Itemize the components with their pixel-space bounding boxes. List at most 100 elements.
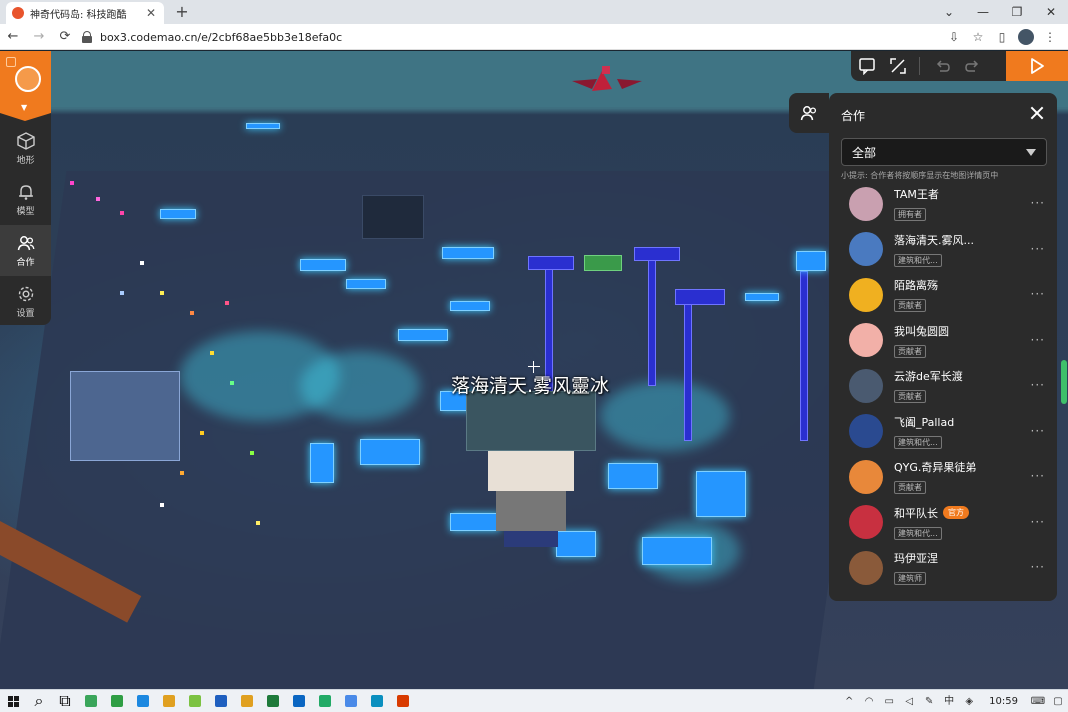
tab-search-button[interactable]: ⌄: [932, 0, 966, 24]
bookmark-star-icon[interactable]: ☆: [966, 24, 990, 50]
more-options-icon[interactable]: ···: [1031, 378, 1045, 392]
more-options-icon[interactable]: ···: [1031, 242, 1045, 256]
input-indicator-icon[interactable]: ⌨: [1028, 690, 1048, 712]
pillar-top: [675, 289, 725, 305]
glowing-cube-strip: [300, 259, 346, 271]
more-options-icon[interactable]: ···: [1031, 333, 1045, 347]
collaborator-info: 陌路离殇 贡献者: [894, 277, 1024, 313]
taskbar-app-icon[interactable]: [338, 690, 364, 712]
avatar: [849, 186, 883, 221]
official-badge: 官方: [943, 506, 969, 520]
chevron-up-icon[interactable]: ^: [839, 690, 859, 712]
play-button[interactable]: [1006, 51, 1068, 81]
taskbar-app-icon[interactable]: [260, 690, 286, 712]
panel-users-tab[interactable]: [789, 93, 829, 133]
collaborator-info: 玛伊亚涅 建筑师: [894, 550, 1024, 586]
toolbar-divider: [919, 57, 920, 75]
particle: [96, 197, 100, 201]
new-tab-button[interactable]: +: [172, 2, 192, 22]
taskbar-app-icon[interactable]: [182, 690, 208, 712]
forward-arrow-icon[interactable]: →: [26, 24, 52, 50]
collaborator-row[interactable]: 落海清天.雾风... 建筑和代... ···: [829, 227, 1057, 273]
collaborator-row[interactable]: TAM王者 拥有者 ···: [829, 181, 1057, 227]
glowing-cube-block: [310, 443, 334, 483]
sidebar-item-label: 合作: [16, 257, 35, 268]
minimize-button[interactable]: —: [966, 0, 1000, 24]
taskbar-app-icon[interactable]: [234, 690, 260, 712]
light-glow: [600, 381, 730, 451]
volume-icon[interactable]: ◁: [899, 690, 919, 712]
taskbar-app-icon[interactable]: [130, 690, 156, 712]
particle: [160, 291, 164, 295]
more-options-icon[interactable]: ···: [1031, 196, 1045, 210]
collaborator-row[interactable]: 我叫兔圆圆 贡献者 ···: [829, 318, 1057, 364]
ime-icon[interactable]: 中: [939, 690, 959, 712]
wifi-icon[interactable]: ◠: [859, 690, 879, 712]
fullscreen-icon[interactable]: [882, 51, 913, 81]
profile-avatar[interactable]: [1018, 29, 1034, 45]
codemao-logo[interactable]: ▼: [0, 51, 51, 113]
reload-icon[interactable]: ⟳: [52, 24, 78, 50]
light-glow: [300, 351, 420, 421]
collaborator-name-text: 落海清天.雾风...: [894, 233, 974, 247]
notification-icon[interactable]: ▢: [1048, 690, 1068, 712]
search-icon[interactable]: ⌕: [26, 690, 52, 712]
close-window-button[interactable]: ✕: [1034, 0, 1068, 24]
tab-close-icon[interactable]: ✕: [144, 6, 158, 20]
address-bar[interactable]: box3.codemao.cn/e/2cbf68ae5bb3e18efa0c: [82, 27, 942, 47]
particle: [70, 181, 74, 185]
glowing-cube-strip: [442, 247, 494, 259]
cube-icon: [16, 131, 35, 150]
taskbar-app-icon[interactable]: [208, 690, 234, 712]
player-name-tag: 落海清天.雾风靈冰: [451, 375, 610, 397]
battery-icon[interactable]: ▭: [879, 690, 899, 712]
more-options-icon[interactable]: ···: [1031, 560, 1045, 574]
taskbar-app-icon[interactable]: [286, 690, 312, 712]
taskbar-app-icon[interactable]: [104, 690, 130, 712]
install-app-icon[interactable]: ⇩: [942, 24, 966, 50]
menu-kebab-icon[interactable]: ⋮: [1038, 24, 1062, 50]
taskbar-app-icon[interactable]: [78, 690, 104, 712]
more-options-icon[interactable]: ···: [1031, 287, 1045, 301]
sidebar-item-model[interactable]: 模型: [0, 174, 51, 225]
pen-icon[interactable]: ✎: [919, 690, 939, 712]
collaborator-row[interactable]: 玛伊亚涅 建筑师 ···: [829, 545, 1057, 591]
close-icon[interactable]: [1029, 105, 1045, 121]
app-tray-icon[interactable]: ◈: [959, 690, 979, 712]
taskbar-app-icon[interactable]: [390, 690, 416, 712]
chat-icon[interactable]: [851, 51, 882, 81]
browser-tab[interactable]: 神奇代码岛: 科技跑酷 ✕: [6, 2, 164, 24]
role-filter-select[interactable]: 全部: [841, 138, 1047, 166]
collaborator-name: 飞阖_Pallad: [894, 414, 1024, 430]
collaborator-info: 和平队长 官方 建筑和代...: [894, 505, 1024, 540]
start-button[interactable]: [0, 690, 26, 712]
tab-title: 神奇代码岛: 科技跑酷: [30, 9, 127, 21]
undo-icon[interactable]: [926, 51, 957, 81]
collaborator-name: 落海清天.雾风...: [894, 232, 1024, 248]
collaborator-row[interactable]: QYG.奇异果徒弟 贡献者 ···: [829, 454, 1057, 500]
viewport-scroll-handle[interactable]: [1061, 360, 1067, 404]
app-glyph-icon: [371, 695, 383, 707]
back-arrow-icon[interactable]: ←: [0, 24, 26, 50]
avatar: [849, 232, 883, 267]
sidebar-item-collab[interactable]: 合作: [0, 225, 51, 276]
more-options-icon[interactable]: ···: [1031, 424, 1045, 438]
particle: [256, 521, 260, 525]
sidebar-item-settings[interactable]: 设置: [0, 276, 51, 327]
taskbar-app-icon[interactable]: [364, 690, 390, 712]
redo-icon[interactable]: [957, 51, 988, 81]
side-panel-icon[interactable]: ▯: [990, 24, 1014, 50]
taskbar-app-icon[interactable]: [312, 690, 338, 712]
collaborator-row[interactable]: 飞阖_Pallad 建筑和代... ···: [829, 409, 1057, 455]
more-options-icon[interactable]: ···: [1031, 469, 1045, 483]
avatar-body: [496, 491, 566, 531]
restore-button[interactable]: ❐: [1000, 0, 1034, 24]
sidebar-item-terrain[interactable]: 地形: [0, 123, 51, 174]
collaborator-row[interactable]: 云游de军长渡 贡献者 ···: [829, 363, 1057, 409]
collaborator-row[interactable]: 陌路离殇 贡献者 ···: [829, 272, 1057, 318]
collaborator-row[interactable]: 和平队长 官方 建筑和代... ···: [829, 500, 1057, 546]
voxel-building: [70, 371, 180, 461]
taskbar-app-icon[interactable]: [156, 690, 182, 712]
more-options-icon[interactable]: ···: [1031, 515, 1045, 529]
task-view-icon[interactable]: ⧉: [52, 690, 78, 712]
